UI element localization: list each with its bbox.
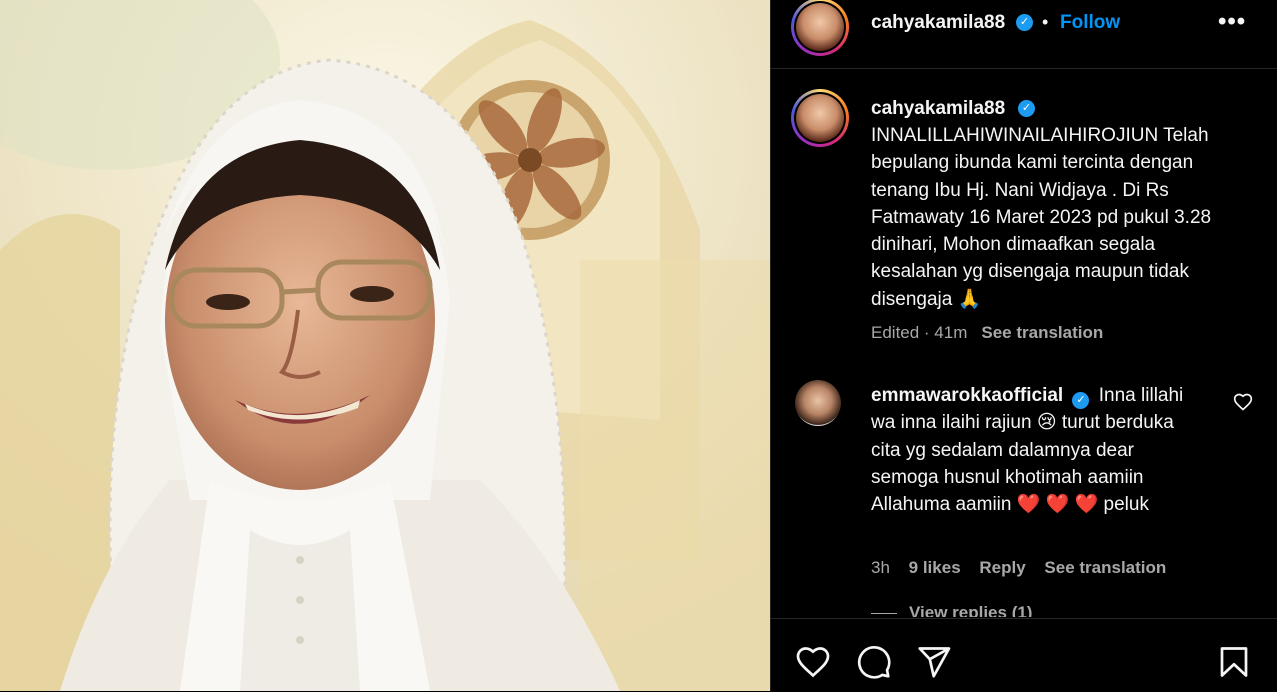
reply-button[interactable]: Reply — [979, 558, 1025, 577]
author-username[interactable]: cahyakamila88 — [871, 12, 1005, 34]
view-replies-label: View replies (1) — [909, 603, 1033, 617]
comment-meta: 3h 9 likes Reply See translation — [871, 558, 1180, 578]
separator-dot: • — [1042, 12, 1049, 32]
action-bar — [771, 618, 1277, 692]
author-avatar[interactable] — [791, 0, 849, 56]
caption-meta: Edited · 41m See translation — [871, 323, 1103, 343]
more-options-icon[interactable]: ••• — [1218, 8, 1246, 36]
view-replies-button[interactable]: View replies (1) — [871, 603, 1101, 617]
heart-icon[interactable] — [795, 644, 831, 680]
post-photo[interactable] — [0, 0, 770, 691]
paper-plane-icon[interactable] — [916, 644, 952, 680]
commenter-avatar[interactable] — [795, 380, 841, 426]
verified-badge-icon: ✓ — [1072, 392, 1090, 409]
verified-badge-icon: ✓ — [1018, 100, 1035, 117]
bookmark-icon[interactable] — [1216, 644, 1252, 680]
comment-like-heart-icon[interactable] — [1233, 392, 1253, 412]
comment-bubble-icon[interactable] — [856, 644, 892, 680]
post-photo-illustration — [0, 0, 770, 691]
verified-badge-icon: ✓ — [1016, 14, 1033, 31]
caption-text: INNALILLAHIWINAILAIHIROJIUN Telah bepula… — [871, 125, 1212, 310]
comment-text: emmawarokkaofficial ✓ Inna lillahi wa in… — [871, 382, 1201, 518]
see-translation-link[interactable]: See translation — [981, 323, 1103, 342]
view-replies-line — [871, 613, 897, 615]
caption-username[interactable]: cahyakamila88 — [871, 98, 1005, 120]
comment-see-translation[interactable]: See translation — [1044, 558, 1166, 577]
commenter-username[interactable]: emmawarokkaofficial — [871, 385, 1063, 406]
post-header: cahyakamila88 ✓ • Follow ••• — [771, 0, 1277, 69]
follow-button[interactable]: Follow — [1060, 12, 1120, 34]
caption-edited-time: Edited · 41m — [871, 323, 968, 342]
comment-likes[interactable]: 9 likes — [909, 558, 961, 577]
caption-author-avatar[interactable] — [791, 89, 849, 147]
comment-time: 3h — [871, 558, 890, 577]
post-detail-panel: cahyakamila88 ✓ • Follow ••• cahyakamila… — [770, 0, 1277, 692]
avatar-image — [796, 94, 844, 142]
avatar-image — [796, 3, 844, 51]
